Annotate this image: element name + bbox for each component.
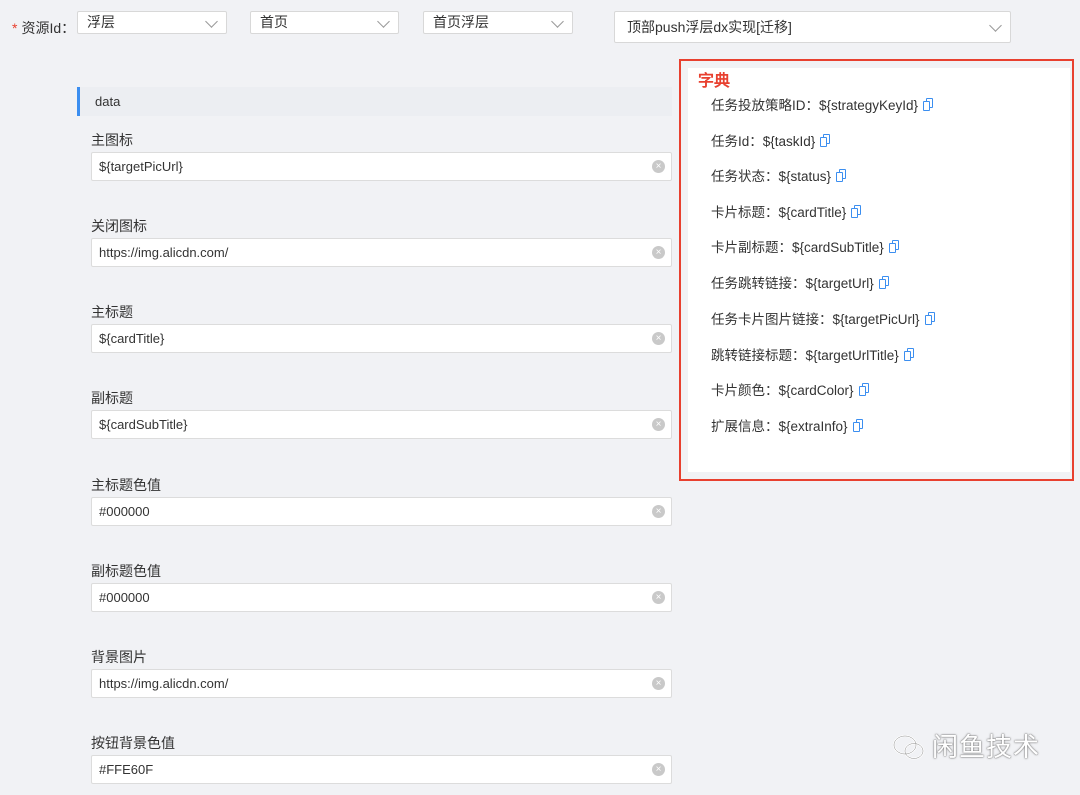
clear-icon[interactable]: × bbox=[652, 763, 665, 776]
wechat-icon bbox=[893, 735, 924, 760]
input-value: #000000 bbox=[99, 504, 150, 519]
input-value: ${cardTitle} bbox=[99, 331, 165, 346]
dictionary-item: 任务状态：${status} bbox=[711, 165, 848, 185]
input-value: ${targetPicUrl} bbox=[99, 159, 183, 174]
field-label: 按钮背景色值 bbox=[91, 735, 175, 751]
dictionary-item-text: 任务投放策略ID：${strategyKeyId} bbox=[711, 98, 919, 113]
select-value: 首页 bbox=[260, 14, 288, 30]
resource-type-select[interactable]: 浮层 bbox=[77, 11, 227, 34]
clear-icon[interactable]: × bbox=[652, 591, 665, 604]
copy-icon[interactable] bbox=[903, 348, 916, 362]
dictionary-item: 卡片标题：${cardTitle} bbox=[711, 201, 863, 221]
input-value: #000000 bbox=[99, 590, 150, 605]
clear-icon[interactable]: × bbox=[652, 332, 665, 345]
main-title-input[interactable]: ${cardTitle} × bbox=[91, 324, 672, 353]
input-value: ${cardSubTitle} bbox=[99, 417, 188, 432]
chevron-down-icon bbox=[205, 15, 218, 28]
dictionary-item: 卡片颜色：${cardColor} bbox=[711, 379, 871, 399]
filter-bar: * 资源Id： 浮层 首页 首页浮层 顶部push浮层dx实现[迁移] bbox=[0, 0, 1080, 60]
copy-icon[interactable] bbox=[923, 98, 935, 112]
copy-icon[interactable] bbox=[858, 383, 871, 397]
input-value: https://img.alicdn.com/ bbox=[99, 676, 229, 691]
dictionary-item: 扩展信息：${extraInfo} bbox=[711, 415, 865, 435]
template-select[interactable]: 顶部push浮层dx实现[迁移] bbox=[614, 11, 1011, 43]
dictionary-panel bbox=[688, 68, 1070, 472]
data-section-header: data bbox=[77, 87, 672, 116]
dictionary-item: 跳转链接标题：${targetUrlTitle} bbox=[711, 344, 916, 364]
watermark: 闲鱼技术 bbox=[892, 727, 1040, 764]
select-value: 浮层 bbox=[87, 14, 115, 30]
clear-icon[interactable]: × bbox=[652, 505, 665, 518]
subtitle-color-input[interactable]: #000000 × bbox=[91, 583, 672, 612]
field-label: 副标题色值 bbox=[91, 563, 161, 579]
background-image-input[interactable]: https://img.alicdn.com/ × bbox=[91, 669, 672, 698]
clear-icon[interactable]: × bbox=[652, 246, 665, 259]
dictionary-item: 任务投放策略ID：${strategyKeyId} bbox=[711, 94, 935, 114]
clear-icon[interactable]: × bbox=[652, 418, 665, 431]
dictionary-item: 任务Id：${taskId} bbox=[711, 130, 832, 150]
field-label: 副标题 bbox=[91, 390, 133, 406]
dictionary-item: 任务跳转链接：${targetUrl} bbox=[711, 272, 891, 292]
watermark-text: 闲鱼技术 bbox=[932, 732, 1041, 762]
field-label: 主图标 bbox=[91, 132, 133, 148]
position-select[interactable]: 首页浮层 bbox=[423, 11, 573, 34]
dictionary-item-text: 卡片副标题：${cardSubTitle} bbox=[711, 240, 884, 255]
copy-icon[interactable] bbox=[888, 240, 901, 254]
input-value: #FFE60F bbox=[99, 762, 154, 777]
copy-icon[interactable] bbox=[924, 312, 937, 326]
dictionary-item-text: 任务卡片图片链接：${targetPicUrl} bbox=[711, 312, 920, 327]
copy-icon[interactable] bbox=[820, 134, 832, 148]
dictionary-item-text: 任务状态：${status} bbox=[711, 169, 832, 184]
dictionary-item-text: 跳转链接标题：${targetUrlTitle} bbox=[711, 348, 899, 363]
copy-icon[interactable] bbox=[851, 205, 863, 219]
chevron-down-icon bbox=[377, 15, 390, 28]
field-label: 主标题色值 bbox=[91, 477, 161, 493]
chevron-down-icon bbox=[551, 15, 564, 28]
resource-id-label-text: 资源Id： bbox=[21, 20, 76, 36]
copy-icon[interactable] bbox=[852, 419, 865, 433]
copy-icon[interactable] bbox=[878, 276, 891, 290]
copy-icon[interactable] bbox=[836, 169, 848, 183]
main-icon-input[interactable]: ${targetPicUrl} × bbox=[91, 152, 672, 181]
chevron-down-icon bbox=[989, 19, 1002, 32]
dictionary-item-text: 任务跳转链接：${targetUrl} bbox=[711, 276, 874, 291]
dictionary-item: 任务卡片图片链接：${targetPicUrl} bbox=[711, 308, 937, 328]
button-bg-color-input[interactable]: #FFE60F × bbox=[91, 755, 672, 784]
dictionary-item-text: 扩展信息：${extraInfo} bbox=[711, 419, 848, 434]
dictionary-item-text: 任务Id：${taskId} bbox=[711, 134, 816, 149]
resource-id-label: * 资源Id： bbox=[12, 18, 75, 38]
clear-icon[interactable]: × bbox=[652, 677, 665, 690]
main-title-color-input[interactable]: #000000 × bbox=[91, 497, 672, 526]
field-label: 关闭图标 bbox=[91, 218, 147, 234]
dictionary-item-text: 卡片标题：${cardTitle} bbox=[711, 205, 847, 220]
field-label: 背景图片 bbox=[91, 649, 147, 665]
dictionary-item: 卡片副标题：${cardSubTitle} bbox=[711, 236, 901, 256]
select-value: 首页浮层 bbox=[433, 14, 489, 30]
clear-icon[interactable]: × bbox=[652, 160, 665, 173]
dictionary-item-text: 卡片颜色：${cardColor} bbox=[711, 383, 854, 398]
dictionary-title: 字典 bbox=[698, 73, 731, 90]
close-icon-input[interactable]: https://img.alicdn.com/ × bbox=[91, 238, 672, 267]
subtitle-input[interactable]: ${cardSubTitle} × bbox=[91, 410, 672, 439]
field-label: 主标题 bbox=[91, 304, 133, 320]
select-value: 顶部push浮层dx实现[迁移] bbox=[627, 19, 792, 35]
page-select[interactable]: 首页 bbox=[250, 11, 399, 34]
required-mark: * bbox=[12, 20, 18, 36]
input-value: https://img.alicdn.com/ bbox=[99, 245, 229, 260]
